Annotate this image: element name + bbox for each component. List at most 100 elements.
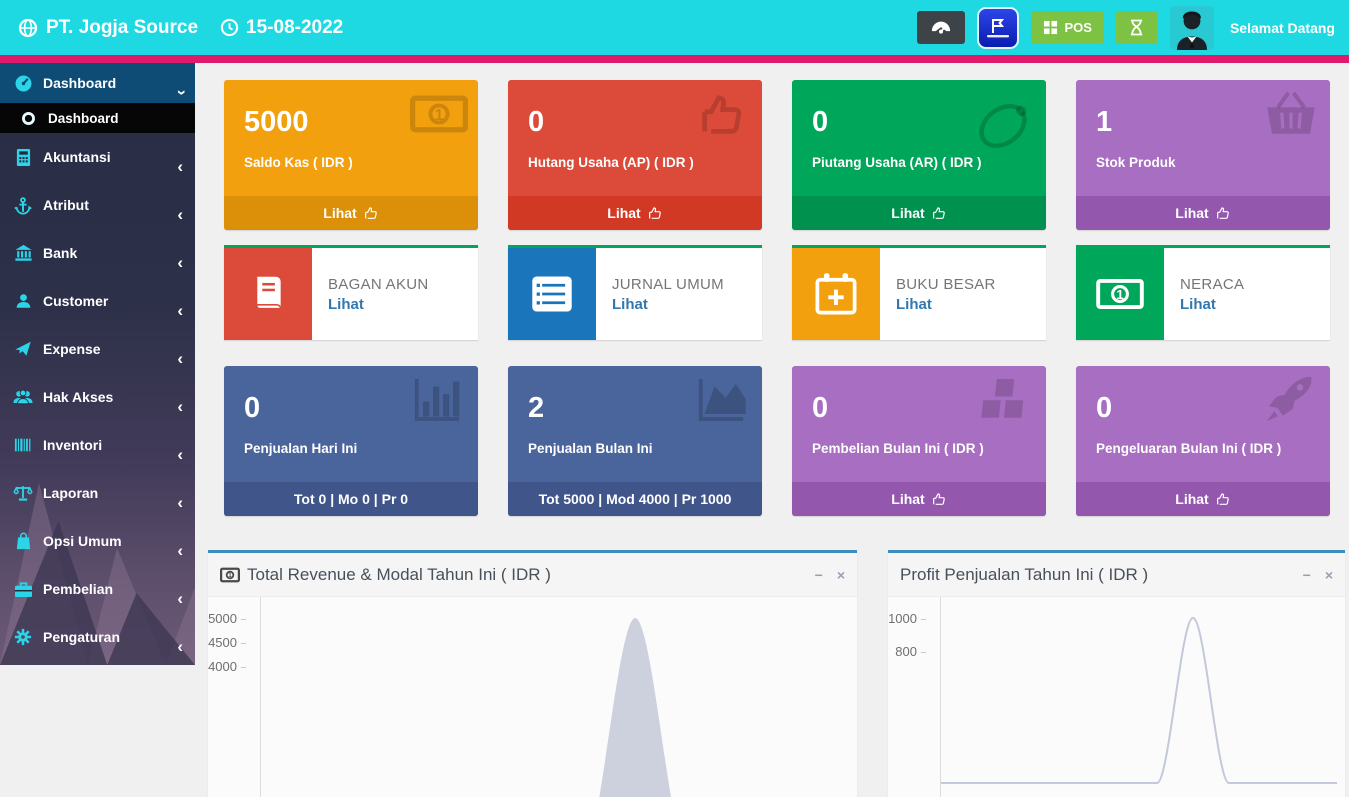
stat-footer[interactable]: Tot 5000 | Mod 4000 | Pr 1000 <box>508 482 762 516</box>
money-bill-icon: 1 <box>410 88 468 140</box>
chevron-left-icon: ‹ <box>177 542 183 559</box>
brand-title: PT. Jogja Source <box>46 17 198 39</box>
chart-body: 1000800 <box>888 597 1345 797</box>
stat-label: Penjualan Hari Ini <box>244 441 464 456</box>
app-icon[interactable] <box>977 7 1019 49</box>
chevron-left-icon: ‹ <box>177 398 183 415</box>
users-icon <box>13 387 33 407</box>
app-icon-label <box>986 34 1010 38</box>
sidebar-item-expense[interactable]: Expense ‹ <box>0 325 195 373</box>
chevron-left-icon: ‹ <box>177 446 183 463</box>
area-chart-icon <box>694 374 752 426</box>
chart-plot[interactable] <box>940 597 1337 797</box>
sidebar-item-bank[interactable]: Bank ‹ <box>0 229 195 277</box>
sidebar-item-akuntansi[interactable]: Akuntansi ‹ <box>0 133 195 181</box>
shortcut-title: JURNAL UMUM <box>612 276 724 293</box>
top-navbar: PT. Jogja Source 15-08-2022 POS Selamat … <box>0 0 1349 55</box>
pos-button[interactable]: POS <box>1031 11 1103 44</box>
lihat-link[interactable]: Lihat <box>612 296 724 313</box>
dashboard-shortcut-button[interactable] <box>917 11 965 44</box>
date-label: 15-08-2022 <box>246 17 343 39</box>
speedometer-icon <box>13 73 33 93</box>
lemon-icon <box>970 92 1036 160</box>
stat-label: Pembelian Bulan Ini ( IDR ) <box>812 441 1032 456</box>
sidebar-item-inventori[interactable]: Inventori ‹ <box>0 421 195 469</box>
chart-body: 500045004000 <box>208 597 857 797</box>
history-button[interactable] <box>1116 11 1158 44</box>
svg-text:1: 1 <box>228 572 232 579</box>
chevron-left-icon: ‹ <box>177 494 183 511</box>
thumbs-up-icon <box>1215 491 1231 507</box>
chevron-left-icon: ‹ <box>177 158 183 175</box>
lihat-link[interactable]: Lihat <box>508 196 762 230</box>
balance-scale-icon <box>13 483 33 503</box>
anchor-icon <box>13 195 33 215</box>
stat-label: Saldo Kas ( IDR ) <box>244 155 464 170</box>
sidebar-item-opsi-umum[interactable]: Opsi Umum ‹ <box>0 517 195 565</box>
thumbs-up-icon <box>931 205 947 221</box>
bank-icon <box>13 243 33 263</box>
lihat-link[interactable]: Lihat <box>1076 482 1330 516</box>
chevron-left-icon: ‹ <box>177 638 183 655</box>
stat-box-hutang-usaha: 0 Hutang Usaha (AP) ( IDR ) Lihat <box>508 80 762 230</box>
sidebar-item-hak-akses[interactable]: Hak Akses ‹ <box>0 373 195 421</box>
lihat-link[interactable]: Lihat <box>328 296 429 313</box>
calendar-plus-icon <box>792 248 880 340</box>
topbar-actions: POS Selamat Datang <box>917 6 1335 50</box>
lihat-link[interactable]: Lihat <box>792 196 1046 230</box>
circle-o-icon <box>18 108 38 128</box>
stat-box-penjualan-hari-ini: 0 Penjualan Hari Ini Tot 0 | Mo 0 | Pr 0 <box>224 366 478 516</box>
lihat-link[interactable]: Lihat <box>1180 296 1244 313</box>
panel-profit-penjualan: Profit Penjualan Tahun Ini ( IDR ) − × 1… <box>888 550 1345 797</box>
sidebar-subitem-dashboard[interactable]: Dashboard <box>0 103 195 133</box>
shortcut-bagan-akun: BAGAN AKUN Lihat <box>224 245 478 340</box>
gear-icon <box>13 627 33 647</box>
thumbs-up-icon <box>363 205 379 221</box>
gauge-icon <box>931 20 951 36</box>
book-icon <box>224 248 312 340</box>
chart-plot[interactable] <box>260 597 849 797</box>
sidebar-item-dashboard[interactable]: Dashboard ‹ <box>0 63 195 103</box>
stat-label: Stok Produk <box>1096 155 1316 170</box>
stat-footer[interactable]: Tot 0 | Mo 0 | Pr 0 <box>224 482 478 516</box>
shortcut-buku-besar: BUKU BESAR Lihat <box>792 245 1046 340</box>
y-axis: 500045004000 <box>208 597 254 797</box>
calculator-icon <box>13 147 33 167</box>
sidebar-item-customer[interactable]: Customer ‹ <box>0 277 195 325</box>
lihat-link[interactable]: Lihat <box>896 296 996 313</box>
y-axis: 1000800 <box>888 597 934 797</box>
chevron-left-icon: ‹ <box>177 590 183 607</box>
collapse-button[interactable]: − <box>1303 567 1311 583</box>
list-alt-icon <box>508 248 596 340</box>
chevron-down-icon: ‹ <box>172 89 189 95</box>
stat-box-pembelian-bulan-ini: 0 Pembelian Bulan Ini ( IDR ) Lihat <box>792 366 1046 516</box>
close-button[interactable]: × <box>837 567 845 583</box>
shortcut-title: NERACA <box>1180 276 1244 293</box>
barcode-icon <box>13 435 33 455</box>
lihat-link[interactable]: Lihat <box>792 482 1046 516</box>
basket-icon <box>1262 88 1320 140</box>
bar-chart-icon <box>410 374 468 426</box>
panel-total-revenue: 1 Total Revenue & Modal Tahun Ini ( IDR … <box>208 550 857 797</box>
stat-box-penjualan-bulan-ini: 2 Penjualan Bulan Ini Tot 5000 | Mod 400… <box>508 366 762 516</box>
money-bill-icon: 1 <box>1076 248 1164 340</box>
stat-label: Hutang Usaha (AP) ( IDR ) <box>528 155 748 170</box>
collapse-button[interactable]: − <box>815 567 823 583</box>
sidebar-item-laporan[interactable]: Laporan ‹ <box>0 469 195 517</box>
lihat-link[interactable]: Lihat <box>1076 196 1330 230</box>
thumbs-up-icon <box>1215 205 1231 221</box>
sidebar-item-pengaturan[interactable]: Pengaturan ‹ <box>0 613 195 661</box>
current-date: 15-08-2022 <box>220 17 343 39</box>
flag-icon <box>989 18 1007 34</box>
sidebar-item-pembelian[interactable]: Pembelian ‹ <box>0 565 195 613</box>
welcome-text: Selamat Datang <box>1230 20 1335 36</box>
user-avatar[interactable] <box>1170 6 1214 50</box>
chevron-left-icon: ‹ <box>177 206 183 223</box>
lihat-link[interactable]: Lihat <box>224 196 478 230</box>
close-button[interactable]: × <box>1325 567 1333 583</box>
thumbs-up-icon <box>931 491 947 507</box>
sidebar-item-atribut[interactable]: Atribut ‹ <box>0 181 195 229</box>
brand[interactable]: PT. Jogja Source <box>18 17 198 39</box>
rocket-icon <box>1262 374 1320 426</box>
accent-bar <box>0 55 1349 63</box>
